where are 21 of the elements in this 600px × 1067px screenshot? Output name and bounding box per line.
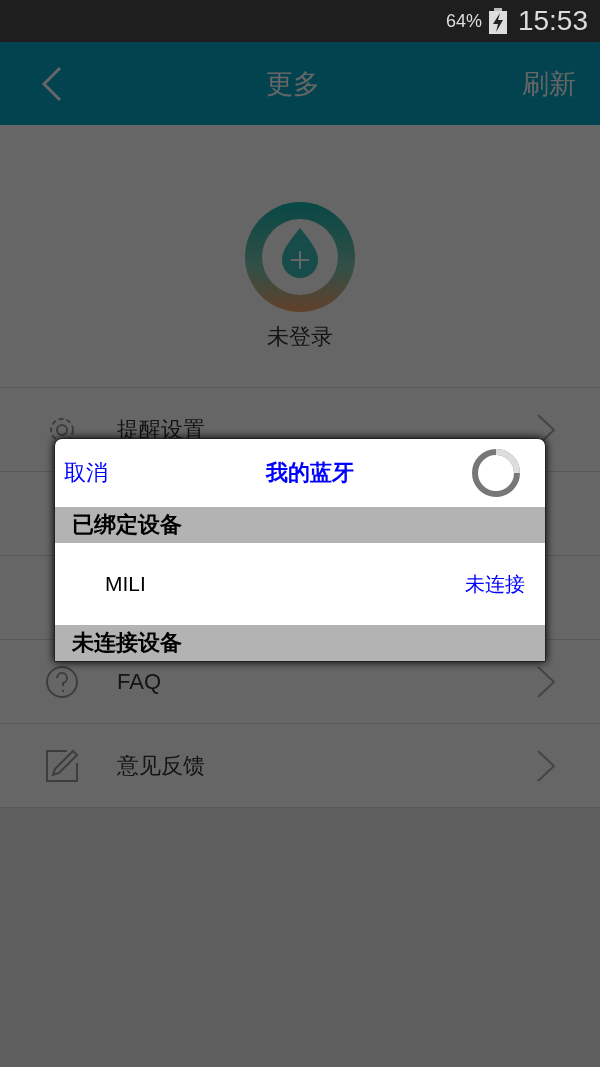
section-header: 已绑定设备 (55, 507, 545, 543)
menu-label: 意见反馈 (117, 751, 206, 780)
edit-icon (45, 748, 79, 783)
login-status[interactable]: 未登录 (267, 322, 333, 352)
refresh-button[interactable]: 刷新 (522, 65, 576, 102)
menu-row[interactable]: 意见反馈 (0, 724, 600, 808)
menu-label: FAQ (117, 668, 162, 695)
device-row[interactable]: MILI 未连接 (55, 543, 545, 625)
avatar-drop-icon[interactable] (245, 202, 355, 312)
back-icon[interactable] (40, 65, 64, 102)
clock: 15:53 (517, 5, 588, 37)
section-header: 未连接设备 (55, 625, 545, 661)
battery-charging-icon (487, 8, 508, 34)
chevron-icon (536, 664, 556, 699)
device-status: 未连接 (465, 571, 525, 597)
device-name: MILI (105, 572, 146, 596)
loading-spinner-icon (471, 448, 521, 498)
question-icon (45, 664, 79, 699)
chevron-icon (536, 748, 556, 783)
battery-percent: 64% (445, 10, 482, 32)
page-title: 更多 (266, 67, 320, 101)
